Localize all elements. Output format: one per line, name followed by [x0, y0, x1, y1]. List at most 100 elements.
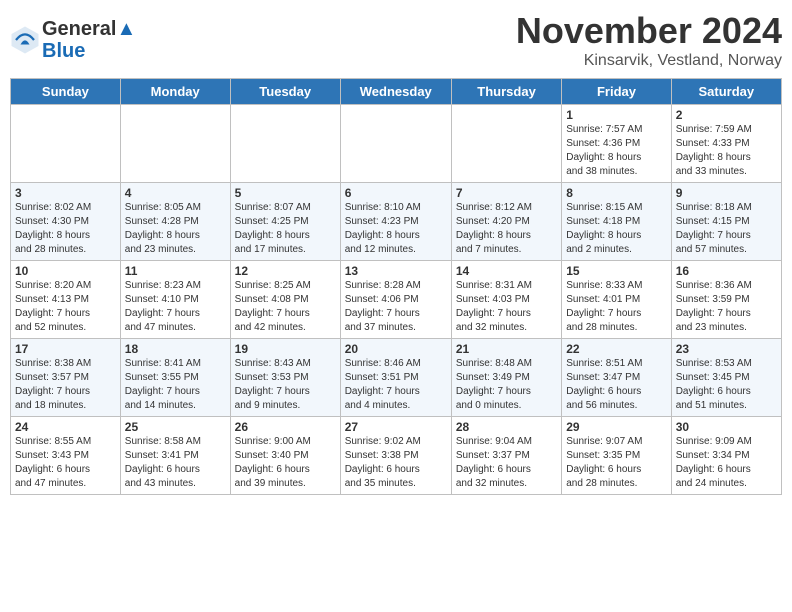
day-number: 11 — [125, 264, 226, 278]
day-number: 5 — [235, 186, 336, 200]
weekday-header-saturday: Saturday — [671, 79, 781, 105]
logo: General▲ Blue — [10, 18, 136, 62]
day-info: Sunrise: 8:25 AM Sunset: 4:08 PM Dayligh… — [235, 279, 336, 335]
logo-text: General▲ Blue — [42, 18, 136, 62]
day-number: 18 — [125, 342, 226, 356]
calendar-cell: 10Sunrise: 8:20 AM Sunset: 4:13 PM Dayli… — [11, 261, 121, 339]
day-info: Sunrise: 8:48 AM Sunset: 3:49 PM Dayligh… — [456, 357, 557, 413]
calendar-cell: 4Sunrise: 8:05 AM Sunset: 4:28 PM Daylig… — [120, 183, 230, 261]
day-info: Sunrise: 8:53 AM Sunset: 3:45 PM Dayligh… — [676, 357, 777, 413]
day-number: 17 — [15, 342, 116, 356]
day-info: Sunrise: 8:23 AM Sunset: 4:10 PM Dayligh… — [125, 279, 226, 335]
day-info: Sunrise: 8:58 AM Sunset: 3:41 PM Dayligh… — [125, 435, 226, 491]
day-number: 9 — [676, 186, 777, 200]
calendar-cell: 2Sunrise: 7:59 AM Sunset: 4:33 PM Daylig… — [671, 105, 781, 183]
calendar-cell: 8Sunrise: 8:15 AM Sunset: 4:18 PM Daylig… — [562, 183, 671, 261]
day-info: Sunrise: 8:38 AM Sunset: 3:57 PM Dayligh… — [15, 357, 116, 413]
calendar-cell: 27Sunrise: 9:02 AM Sunset: 3:38 PM Dayli… — [340, 417, 451, 495]
day-info: Sunrise: 8:31 AM Sunset: 4:03 PM Dayligh… — [456, 279, 557, 335]
day-info: Sunrise: 8:51 AM Sunset: 3:47 PM Dayligh… — [566, 357, 666, 413]
day-info: Sunrise: 9:07 AM Sunset: 3:35 PM Dayligh… — [566, 435, 666, 491]
calendar-cell: 16Sunrise: 8:36 AM Sunset: 3:59 PM Dayli… — [671, 261, 781, 339]
calendar-cell — [451, 105, 561, 183]
day-number: 19 — [235, 342, 336, 356]
day-info: Sunrise: 8:36 AM Sunset: 3:59 PM Dayligh… — [676, 279, 777, 335]
day-info: Sunrise: 8:02 AM Sunset: 4:30 PM Dayligh… — [15, 201, 116, 257]
calendar-cell: 18Sunrise: 8:41 AM Sunset: 3:55 PM Dayli… — [120, 339, 230, 417]
day-info: Sunrise: 8:28 AM Sunset: 4:06 PM Dayligh… — [345, 279, 447, 335]
day-info: Sunrise: 8:33 AM Sunset: 4:01 PM Dayligh… — [566, 279, 666, 335]
day-number: 2 — [676, 108, 777, 122]
day-number: 16 — [676, 264, 777, 278]
day-number: 30 — [676, 420, 777, 434]
day-info: Sunrise: 8:18 AM Sunset: 4:15 PM Dayligh… — [676, 201, 777, 257]
calendar-week-row: 17Sunrise: 8:38 AM Sunset: 3:57 PM Dayli… — [11, 339, 782, 417]
day-number: 27 — [345, 420, 447, 434]
day-info: Sunrise: 8:12 AM Sunset: 4:20 PM Dayligh… — [456, 201, 557, 257]
day-number: 25 — [125, 420, 226, 434]
calendar-cell: 24Sunrise: 8:55 AM Sunset: 3:43 PM Dayli… — [11, 417, 121, 495]
day-number: 12 — [235, 264, 336, 278]
day-number: 6 — [345, 186, 447, 200]
day-number: 10 — [15, 264, 116, 278]
day-number: 28 — [456, 420, 557, 434]
day-number: 4 — [125, 186, 226, 200]
day-info: Sunrise: 7:57 AM Sunset: 4:36 PM Dayligh… — [566, 123, 666, 179]
day-info: Sunrise: 8:41 AM Sunset: 3:55 PM Dayligh… — [125, 357, 226, 413]
day-number: 24 — [15, 420, 116, 434]
day-number: 22 — [566, 342, 666, 356]
calendar-cell: 17Sunrise: 8:38 AM Sunset: 3:57 PM Dayli… — [11, 339, 121, 417]
calendar-header-row: SundayMondayTuesdayWednesdayThursdayFrid… — [11, 79, 782, 105]
calendar-cell: 7Sunrise: 8:12 AM Sunset: 4:20 PM Daylig… — [451, 183, 561, 261]
calendar-cell: 20Sunrise: 8:46 AM Sunset: 3:51 PM Dayli… — [340, 339, 451, 417]
calendar-cell: 14Sunrise: 8:31 AM Sunset: 4:03 PM Dayli… — [451, 261, 561, 339]
calendar-cell: 19Sunrise: 8:43 AM Sunset: 3:53 PM Dayli… — [230, 339, 340, 417]
day-number: 26 — [235, 420, 336, 434]
calendar-week-row: 10Sunrise: 8:20 AM Sunset: 4:13 PM Dayli… — [11, 261, 782, 339]
calendar-cell: 6Sunrise: 8:10 AM Sunset: 4:23 PM Daylig… — [340, 183, 451, 261]
weekday-header-thursday: Thursday — [451, 79, 561, 105]
calendar-cell: 21Sunrise: 8:48 AM Sunset: 3:49 PM Dayli… — [451, 339, 561, 417]
day-info: Sunrise: 8:20 AM Sunset: 4:13 PM Dayligh… — [15, 279, 116, 335]
day-number: 15 — [566, 264, 666, 278]
day-number: 29 — [566, 420, 666, 434]
calendar-cell: 26Sunrise: 9:00 AM Sunset: 3:40 PM Dayli… — [230, 417, 340, 495]
day-info: Sunrise: 8:43 AM Sunset: 3:53 PM Dayligh… — [235, 357, 336, 413]
title-block: November 2024 Kinsarvik, Vestland, Norwa… — [516, 10, 782, 70]
day-info: Sunrise: 9:02 AM Sunset: 3:38 PM Dayligh… — [345, 435, 447, 491]
weekday-header-wednesday: Wednesday — [340, 79, 451, 105]
day-info: Sunrise: 9:04 AM Sunset: 3:37 PM Dayligh… — [456, 435, 557, 491]
calendar-cell: 28Sunrise: 9:04 AM Sunset: 3:37 PM Dayli… — [451, 417, 561, 495]
calendar-cell: 25Sunrise: 8:58 AM Sunset: 3:41 PM Dayli… — [120, 417, 230, 495]
calendar-week-row: 1Sunrise: 7:57 AM Sunset: 4:36 PM Daylig… — [11, 105, 782, 183]
day-info: Sunrise: 8:05 AM Sunset: 4:28 PM Dayligh… — [125, 201, 226, 257]
calendar-cell — [340, 105, 451, 183]
calendar-cell: 15Sunrise: 8:33 AM Sunset: 4:01 PM Dayli… — [562, 261, 671, 339]
calendar-cell: 9Sunrise: 8:18 AM Sunset: 4:15 PM Daylig… — [671, 183, 781, 261]
day-info: Sunrise: 7:59 AM Sunset: 4:33 PM Dayligh… — [676, 123, 777, 179]
calendar-week-row: 24Sunrise: 8:55 AM Sunset: 3:43 PM Dayli… — [11, 417, 782, 495]
calendar-cell: 30Sunrise: 9:09 AM Sunset: 3:34 PM Dayli… — [671, 417, 781, 495]
calendar-week-row: 3Sunrise: 8:02 AM Sunset: 4:30 PM Daylig… — [11, 183, 782, 261]
day-number: 23 — [676, 342, 777, 356]
calendar-cell: 29Sunrise: 9:07 AM Sunset: 3:35 PM Dayli… — [562, 417, 671, 495]
day-info: Sunrise: 8:55 AM Sunset: 3:43 PM Dayligh… — [15, 435, 116, 491]
day-number: 13 — [345, 264, 447, 278]
location-title: Kinsarvik, Vestland, Norway — [516, 52, 782, 70]
day-number: 3 — [15, 186, 116, 200]
calendar-cell: 11Sunrise: 8:23 AM Sunset: 4:10 PM Dayli… — [120, 261, 230, 339]
calendar-cell: 1Sunrise: 7:57 AM Sunset: 4:36 PM Daylig… — [562, 105, 671, 183]
day-number: 1 — [566, 108, 666, 122]
day-number: 14 — [456, 264, 557, 278]
day-info: Sunrise: 8:46 AM Sunset: 3:51 PM Dayligh… — [345, 357, 447, 413]
month-title: November 2024 — [516, 10, 782, 52]
calendar-cell — [230, 105, 340, 183]
weekday-header-tuesday: Tuesday — [230, 79, 340, 105]
calendar-cell: 22Sunrise: 8:51 AM Sunset: 3:47 PM Dayli… — [562, 339, 671, 417]
weekday-header-sunday: Sunday — [11, 79, 121, 105]
calendar-cell: 12Sunrise: 8:25 AM Sunset: 4:08 PM Dayli… — [230, 261, 340, 339]
day-number: 20 — [345, 342, 447, 356]
day-info: Sunrise: 8:15 AM Sunset: 4:18 PM Dayligh… — [566, 201, 666, 257]
header: General▲ Blue November 2024 Kinsarvik, V… — [10, 10, 782, 70]
day-number: 21 — [456, 342, 557, 356]
